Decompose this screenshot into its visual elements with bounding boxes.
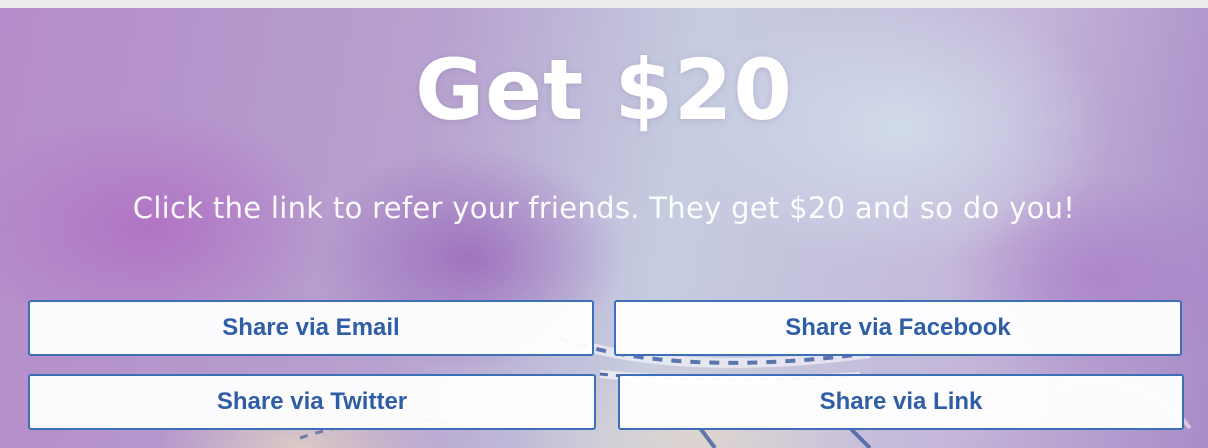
share-via-twitter-button[interactable]: Share via Twitter [28,374,596,430]
referral-banner: Get $20 Click the link to refer your fri… [0,8,1208,448]
share-via-email-button[interactable]: Share via Email [28,300,594,356]
share-via-facebook-button[interactable]: Share via Facebook [614,300,1182,356]
share-via-link-button[interactable]: Share via Link [618,374,1184,430]
referral-content: Get $20 Click the link to refer your fri… [0,8,1208,448]
referral-subtitle: Click the link to refer your friends. Th… [132,191,1076,225]
referral-headline: Get $20 [415,41,793,139]
